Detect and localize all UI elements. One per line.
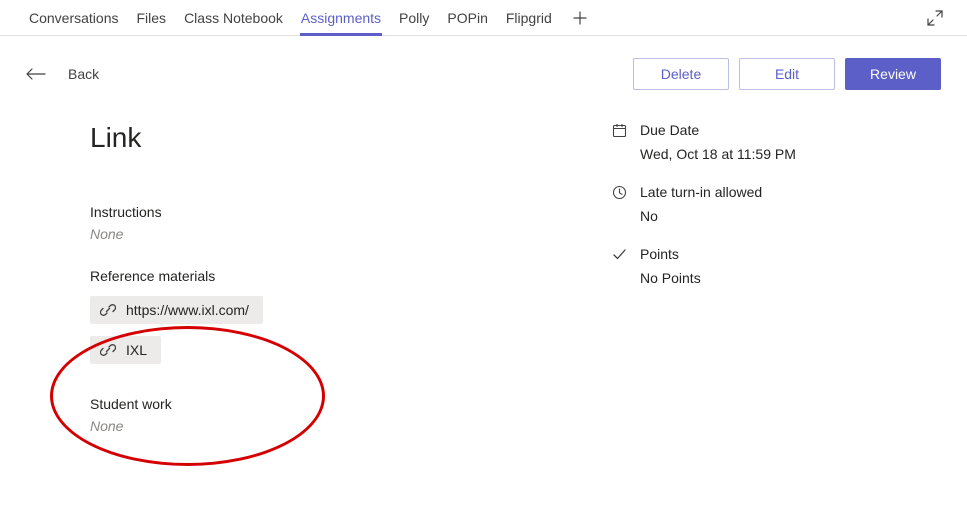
points-value: No Points (640, 270, 941, 286)
edit-button[interactable]: Edit (739, 58, 835, 90)
tab-bar: Conversations Files Class Notebook Assig… (0, 0, 967, 36)
tab-popin[interactable]: POPin (438, 0, 496, 36)
clock-icon (610, 185, 628, 200)
assignment-detail-pane: Back Delete Edit Review Link Instruction… (0, 36, 967, 505)
back-button[interactable]: Back (26, 66, 99, 82)
tab-files[interactable]: Files (128, 0, 176, 36)
expand-icon (927, 10, 943, 26)
reference-link-chip[interactable]: https://www.ixl.com/ (90, 296, 263, 324)
link-icon (100, 342, 116, 358)
back-label: Back (68, 66, 99, 82)
reference-link-chip[interactable]: IXL (90, 336, 161, 364)
action-bar: Back Delete Edit Review (0, 36, 967, 104)
late-turn-in-label: Late turn-in allowed (640, 184, 762, 200)
review-button[interactable]: Review (845, 58, 941, 90)
delete-button[interactable]: Delete (633, 58, 729, 90)
tab-polly[interactable]: Polly (390, 0, 438, 36)
instructions-label: Instructions (90, 204, 520, 220)
add-tab-button[interactable] (567, 11, 593, 25)
reference-link-text: IXL (126, 342, 147, 358)
assignment-title: Link (90, 122, 520, 154)
tab-assignments[interactable]: Assignments (292, 0, 390, 36)
plus-icon (573, 11, 587, 25)
reference-materials-label: Reference materials (90, 268, 520, 284)
student-work-value: None (90, 418, 520, 434)
check-icon (610, 247, 628, 262)
late-turn-in-value: No (640, 208, 941, 224)
tab-class-notebook[interactable]: Class Notebook (175, 0, 292, 36)
link-icon (100, 302, 116, 318)
instructions-value: None (90, 226, 520, 242)
due-date-label: Due Date (640, 122, 699, 138)
calendar-icon (610, 123, 628, 138)
due-date-value: Wed, Oct 18 at 11:59 PM (640, 146, 941, 162)
student-work-label: Student work (90, 396, 520, 412)
tab-conversations[interactable]: Conversations (20, 0, 128, 36)
arrow-left-icon (26, 67, 46, 81)
reference-link-text: https://www.ixl.com/ (126, 302, 249, 318)
expand-button[interactable] (923, 6, 947, 30)
points-label: Points (640, 246, 679, 262)
tab-flipgrid[interactable]: Flipgrid (497, 0, 561, 36)
